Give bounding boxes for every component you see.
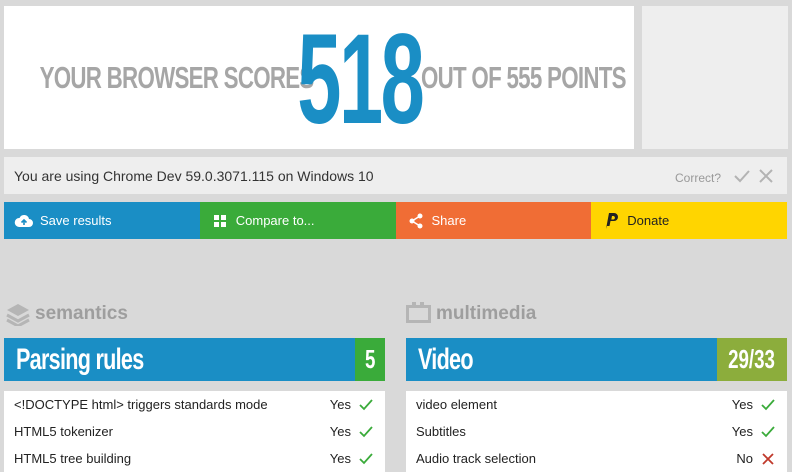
list-item: <!DOCTYPE html> triggers standards mode …: [4, 391, 385, 418]
score-prefix: YOUR BROWSER SCORES: [39, 59, 314, 95]
check-icon: [359, 398, 373, 412]
user-agent-confirm: Correct?: [675, 167, 775, 185]
ad-placeholder: [642, 6, 788, 149]
semantics-section-title: semantics: [5, 302, 128, 326]
list-item: HTML5 tokenizer Yes: [4, 418, 385, 445]
check-icon: [761, 425, 775, 439]
feature-result: Yes: [731, 397, 753, 412]
correct-label: Correct?: [674, 170, 721, 185]
list-item: HTML5 tree building Yes: [4, 445, 385, 472]
save-results-button[interactable]: Save results: [4, 202, 200, 239]
check-icon: [359, 452, 373, 466]
category-name: Video: [418, 342, 474, 376]
feature-name: HTML5 tree building: [14, 451, 132, 466]
parsing-rules-header[interactable]: Parsing rules 5: [4, 338, 385, 381]
check-icon: [761, 398, 775, 412]
paypal-icon: [601, 211, 621, 231]
feature-name: video element: [416, 397, 497, 412]
feature-result: No: [736, 451, 753, 466]
grid-icon: [210, 211, 230, 231]
close-icon[interactable]: [757, 167, 775, 185]
feature-result: Yes: [329, 397, 351, 412]
category-score: 29/33: [717, 338, 787, 381]
multimedia-label: multimedia: [436, 303, 537, 324]
list-item: Subtitles Yes: [406, 418, 787, 445]
action-bar: Save results Compare to... Share Donate: [4, 202, 787, 239]
feature-name: Audio track selection: [416, 451, 536, 466]
donate-label: Donate: [627, 213, 670, 228]
feature-result: Yes: [731, 424, 753, 439]
multimedia-section-title: multimedia: [406, 302, 536, 326]
feature-result: Yes: [329, 451, 351, 466]
cloud-upload-icon: [14, 211, 34, 231]
category-name: Parsing rules: [16, 342, 144, 376]
layers-icon: [5, 302, 31, 326]
parsing-rules-list: <!DOCTYPE html> triggers standards mode …: [4, 391, 385, 472]
user-agent-text: You are using Chrome Dev 59.0.3071.115 o…: [14, 167, 374, 184]
score-banner: YOUR BROWSER SCORES 518 OUT OF 555 POINT…: [4, 6, 634, 149]
compare-button[interactable]: Compare to...: [199, 202, 396, 239]
confirm-check-icon[interactable]: [733, 167, 751, 185]
list-item: video element Yes: [406, 391, 787, 418]
compare-label: Compare to...: [235, 213, 315, 228]
list-item: Audio track selection No: [406, 445, 787, 472]
share-label: Share: [431, 213, 467, 228]
user-agent-bar: You are using Chrome Dev 59.0.3071.115 o…: [4, 157, 787, 194]
score-suffix: OUT OF 555 POINTS: [420, 59, 627, 95]
save-results-label: Save results: [40, 213, 112, 228]
feature-name: HTML5 tokenizer: [14, 424, 113, 439]
video-list: video element Yes Subtitles Yes Audio tr…: [406, 391, 787, 472]
video-header[interactable]: Video 29/33: [406, 338, 787, 381]
share-icon: [406, 211, 426, 231]
share-button[interactable]: Share: [395, 202, 592, 239]
category-score: 5: [355, 338, 385, 381]
check-icon: [359, 425, 373, 439]
feature-name: Subtitles: [416, 424, 466, 439]
film-icon: [406, 302, 432, 326]
category-score-value: 5: [364, 344, 376, 374]
score-value: 518: [297, 7, 425, 151]
semantics-label: semantics: [35, 303, 128, 324]
feature-result: Yes: [329, 424, 351, 439]
feature-name: <!DOCTYPE html> triggers standards mode: [14, 397, 268, 412]
cross-icon: [761, 452, 775, 466]
donate-button[interactable]: Donate: [591, 202, 787, 239]
category-score-value: 29/33: [728, 344, 776, 374]
